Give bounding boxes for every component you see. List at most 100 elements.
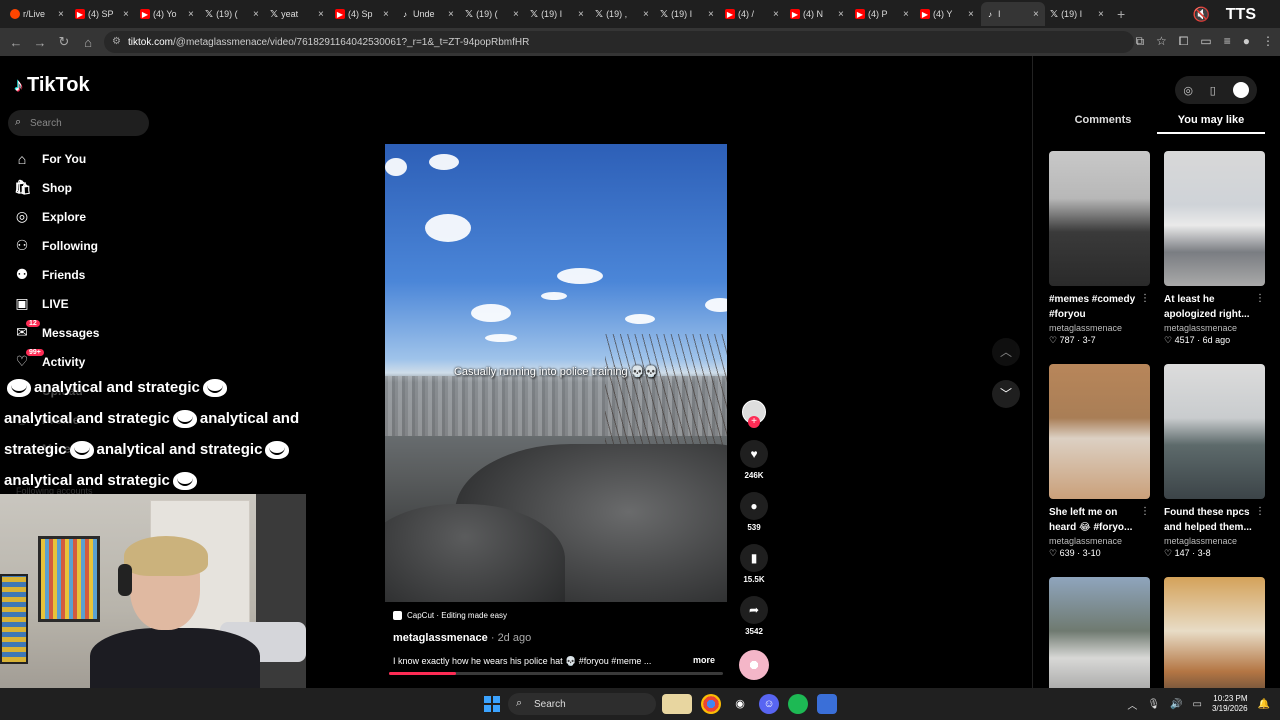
video-thumbnail[interactable] [1164, 151, 1265, 286]
browser-tab[interactable]: ▶ (4) Y × [916, 2, 980, 26]
video-progress-bar[interactable] [389, 672, 723, 675]
chevron-up-icon[interactable]: ︿ [1127, 697, 1137, 712]
next-video-button[interactable]: ﹀ [992, 380, 1020, 408]
recommended-video-card[interactable]: At least he apologized right... ⋮ metaglas… [1164, 151, 1265, 346]
close-tab-icon[interactable]: × [58, 9, 66, 20]
home-browser-icon[interactable]: ⌂ [76, 35, 100, 50]
forward-icon[interactable]: → [28, 35, 52, 50]
browser-tab[interactable]: 𝕏yeat × [266, 2, 330, 26]
more-options-icon[interactable]: ⋮ [1140, 293, 1150, 304]
browser-tab[interactable]: 𝕏 (19) I × [656, 2, 720, 26]
card-author[interactable]: metaglassmenace [1164, 536, 1265, 546]
browser-tab[interactable]: 𝕏 (19) (× [201, 2, 265, 26]
card-title[interactable]: #memes #comedy #foryou [1049, 292, 1150, 322]
close-tab-icon[interactable]: × [253, 9, 261, 20]
sidebar-item-for-you[interactable]: ⌂ For You [14, 144, 214, 173]
browser-tab[interactable]: ▶ (4) P × [851, 2, 915, 26]
close-tab-icon[interactable]: × [968, 9, 976, 20]
microphone-icon[interactable]: 🎙 [1147, 699, 1160, 710]
browser-tab[interactable]: 𝕏 (19) I × [526, 2, 590, 26]
browser-tab[interactable]: 𝕏 (19) (× [461, 2, 525, 26]
sidebar-item-shop[interactable]: 🛍 Shop [14, 173, 214, 202]
browser-tab[interactable]: 𝕏 (19) , × [591, 2, 655, 26]
volume-icon[interactable]: 🔊 [1170, 699, 1182, 710]
card-title[interactable]: At least he apologized right... [1164, 292, 1265, 322]
close-tab-icon[interactable]: × [1033, 9, 1041, 20]
clock[interactable]: 10:23 PM 3/19/2026 [1212, 694, 1248, 714]
tab-comments[interactable]: Comments [1049, 114, 1157, 134]
tiktok-logo[interactable]: ♪ TikTok [14, 74, 90, 97]
close-tab-icon[interactable]: × [123, 9, 131, 20]
browser-tab[interactable]: ▶ (4) Yo × [136, 2, 200, 26]
card-author[interactable]: metaglassmenace [1049, 536, 1150, 546]
browser-tab[interactable]: ▶ (4) SP × [71, 2, 135, 26]
like-button[interactable]: ♥ 246K [738, 440, 770, 480]
sidebar-item-messages[interactable]: ✉ 12 Messages [14, 318, 214, 347]
split-view-icon[interactable]: ▭ [1200, 34, 1211, 49]
recommended-video-card[interactable]: Found these npcs and helped them... ⋮ meta… [1164, 364, 1265, 559]
site-info-icon[interactable]: ⚙ [112, 36, 121, 47]
browser-tab[interactable]: ▶ (4) N × [786, 2, 850, 26]
bookmark-star-icon[interactable]: ☆ [1156, 34, 1167, 49]
sidebar-item-friends[interactable]: ⚉ Friends [14, 260, 214, 289]
browser-tab[interactable]: 𝕏 (19) I × [1046, 2, 1110, 26]
app-icon[interactable] [817, 694, 837, 714]
profile-avatar-icon[interactable]: ● [1243, 34, 1250, 49]
browser-tab[interactable]: ♪ Unde × [396, 2, 460, 26]
taskbar-search[interactable]: ⌕ Search [508, 693, 656, 715]
card-title[interactable]: Found these npcs and helped them... [1164, 505, 1265, 535]
more-options-icon[interactable]: ⋮ [1255, 293, 1265, 304]
device-icon[interactable]: ▯ [1210, 84, 1216, 97]
battery-icon[interactable]: ▭ [1193, 699, 1202, 710]
close-tab-icon[interactable]: × [708, 9, 716, 20]
browser-tab[interactable]: ♪ I × [981, 2, 1045, 26]
new-tab-button[interactable]: + [1117, 6, 1125, 22]
card-title[interactable]: She left me on heard 😂 #foryo... [1049, 505, 1150, 535]
back-icon[interactable]: ← [4, 35, 28, 50]
more-button[interactable]: more [693, 655, 715, 665]
sidebar-item-explore[interactable]: ◎ Explore [14, 202, 214, 231]
close-tab-icon[interactable]: × [513, 9, 521, 20]
tab-you-may-like[interactable]: You may like [1157, 114, 1265, 134]
video-thumbnail[interactable] [1164, 364, 1265, 499]
close-tab-icon[interactable]: × [188, 9, 196, 20]
search-input[interactable]: ⌕ Search [8, 110, 149, 136]
obs-icon[interactable]: ◉ [730, 694, 750, 714]
reload-icon[interactable]: ↻ [52, 34, 76, 50]
video-thumbnail[interactable] [1049, 364, 1150, 499]
spotify-icon[interactable] [788, 694, 808, 714]
close-tab-icon[interactable]: × [383, 9, 391, 20]
music-disc-icon[interactable] [739, 650, 769, 680]
save-button[interactable]: ▮ 15.5K [738, 544, 770, 584]
video-player[interactable]: Casually running into police training 💀💀 [385, 144, 727, 602]
more-options-icon[interactable]: ⋮ [1255, 506, 1265, 517]
close-tab-icon[interactable]: × [578, 9, 586, 20]
windows-start-icon[interactable] [484, 696, 500, 712]
share-button[interactable]: ➦ 3542 [738, 596, 770, 636]
chrome-icon[interactable] [701, 694, 721, 714]
video-author[interactable]: metaglassmenace · 2d ago [393, 632, 531, 644]
recommended-video-card[interactable]: #memes #comedy #foryou ⋮ metaglassmenace ♡ … [1049, 151, 1150, 346]
sidebar-item-live[interactable]: ▣ LIVE [14, 289, 214, 318]
close-tab-icon[interactable]: × [838, 9, 846, 20]
weather-widget-icon[interactable] [662, 694, 692, 714]
profile-dot-icon[interactable] [1232, 82, 1249, 98]
more-options-icon[interactable]: ⋮ [1140, 506, 1150, 517]
author-name[interactable]: metaglassmenace [393, 632, 488, 644]
notification-bell-icon[interactable]: 🔔 [1258, 699, 1270, 710]
capcut-tag[interactable]: CapCut · Editing made easy [393, 608, 533, 622]
close-tab-icon[interactable]: × [318, 9, 326, 20]
recommended-video-card[interactable]: She left me on heard 😂 #foryo... ⋮ metagla… [1049, 364, 1150, 559]
browser-tab[interactable]: ▶ (4) Sp × [331, 2, 395, 26]
card-author[interactable]: metaglassmenace [1164, 323, 1265, 333]
card-author[interactable]: metaglassmenace [1049, 323, 1150, 333]
previous-video-button[interactable]: ︿ [992, 338, 1020, 366]
comment-button[interactable]: ● 539 [738, 492, 770, 532]
browser-tab[interactable]: ▶ (4) / × [721, 2, 785, 26]
close-tab-icon[interactable]: × [448, 9, 456, 20]
compass-icon[interactable]: ◎ [1183, 84, 1193, 97]
close-tab-icon[interactable]: × [643, 9, 651, 20]
discord-icon[interactable]: ☺ [759, 694, 779, 714]
close-tab-icon[interactable]: × [1098, 9, 1106, 20]
video-thumbnail[interactable] [1049, 151, 1150, 286]
